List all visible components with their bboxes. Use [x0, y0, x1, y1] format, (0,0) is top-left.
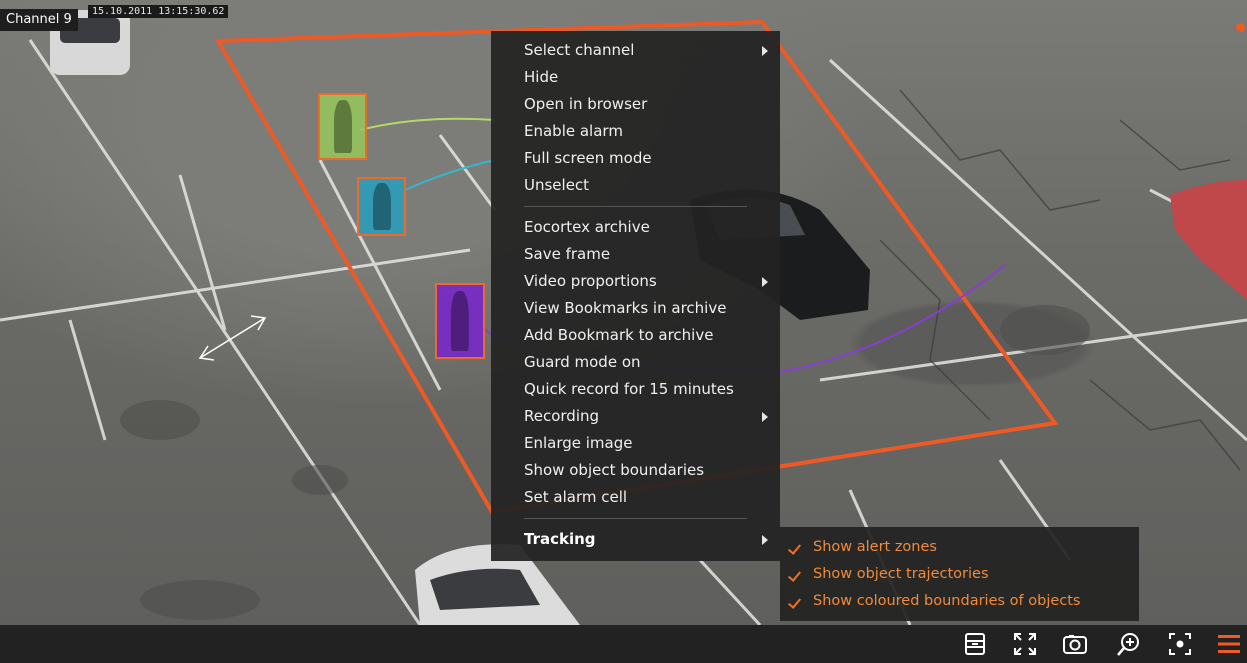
- focus-icon: [1169, 633, 1191, 655]
- menu-item-add-bookmark[interactable]: Add Bookmark to archive: [491, 322, 780, 349]
- menu-item-enlarge-image[interactable]: Enlarge image: [491, 430, 780, 457]
- fullscreen-icon: [1014, 633, 1036, 655]
- menu-item-open-in-browser[interactable]: Open in browser: [491, 91, 780, 118]
- submenu-arrow-icon: [762, 46, 768, 56]
- menu-icon: [1218, 635, 1240, 653]
- menu-item-archive[interactable]: Eocortex archive: [491, 214, 780, 241]
- tracked-object-box[interactable]: [318, 93, 367, 160]
- menu-item-select-channel[interactable]: Select channel: [491, 37, 780, 64]
- move-arrow-icon: [198, 315, 267, 361]
- tracked-object-box[interactable]: [435, 283, 485, 359]
- trajectory: [404, 159, 496, 191]
- menu-separator: [524, 206, 747, 207]
- menu-item-show-object-boundaries[interactable]: Show object boundaries: [491, 457, 780, 484]
- check-icon: [787, 568, 802, 582]
- archive-icon: [965, 633, 985, 655]
- menu-item-enable-alarm[interactable]: Enable alarm: [491, 118, 780, 145]
- menu-item-tracking[interactable]: Tracking: [491, 526, 780, 553]
- submenu-item-show-alert-zones[interactable]: Show alert zones: [780, 534, 1139, 561]
- menu-item-unselect[interactable]: Unselect: [491, 172, 780, 199]
- channel-label: Channel 9: [0, 9, 78, 31]
- snapshot-button[interactable]: [1060, 630, 1090, 658]
- bottom-toolbar: [0, 625, 1247, 663]
- archive-button[interactable]: [960, 630, 990, 658]
- menu-item-view-bookmarks[interactable]: View Bookmarks in archive: [491, 295, 780, 322]
- tracking-submenu: Show alert zones Show object trajectorie…: [780, 527, 1139, 621]
- menu-item-save-frame[interactable]: Save frame: [491, 241, 780, 268]
- menu-button[interactable]: [1214, 630, 1244, 658]
- focus-button[interactable]: [1165, 630, 1195, 658]
- menu-item-guard-mode[interactable]: Guard mode on: [491, 349, 780, 376]
- menu-item-recording[interactable]: Recording: [491, 403, 780, 430]
- menu-item-quick-record[interactable]: Quick record for 15 minutes: [491, 376, 780, 403]
- submenu-item-show-coloured-boundaries[interactable]: Show coloured boundaries of objects: [780, 588, 1139, 615]
- check-icon: [787, 541, 802, 555]
- submenu-arrow-icon: [762, 412, 768, 422]
- parked-car: [1170, 180, 1247, 300]
- trajectory: [359, 117, 496, 131]
- menu-item-set-alarm-cell[interactable]: Set alarm cell: [491, 484, 780, 511]
- zoom-in-button[interactable]: [1114, 630, 1144, 658]
- timestamp: 15.10.2011 13:15:30.62: [88, 5, 229, 18]
- submenu-arrow-icon: [762, 277, 768, 287]
- fullscreen-button[interactable]: [1010, 630, 1040, 658]
- submenu-arrow-icon: [762, 535, 768, 545]
- submenu-item-show-trajectories[interactable]: Show object trajectories: [780, 561, 1139, 588]
- menu-item-hide[interactable]: Hide: [491, 64, 780, 91]
- context-menu: Select channel Hide Open in browser Enab…: [491, 31, 780, 561]
- menu-separator: [524, 518, 747, 519]
- menu-item-video-proportions[interactable]: Video proportions: [491, 268, 780, 295]
- camera-snapshot-icon: [1063, 635, 1087, 654]
- recording-indicator: [1236, 23, 1245, 32]
- check-icon: [787, 595, 802, 609]
- menu-item-full-screen[interactable]: Full screen mode: [491, 145, 780, 172]
- zoom-in-icon: [1117, 633, 1139, 656]
- tracked-object-box[interactable]: [357, 177, 406, 236]
